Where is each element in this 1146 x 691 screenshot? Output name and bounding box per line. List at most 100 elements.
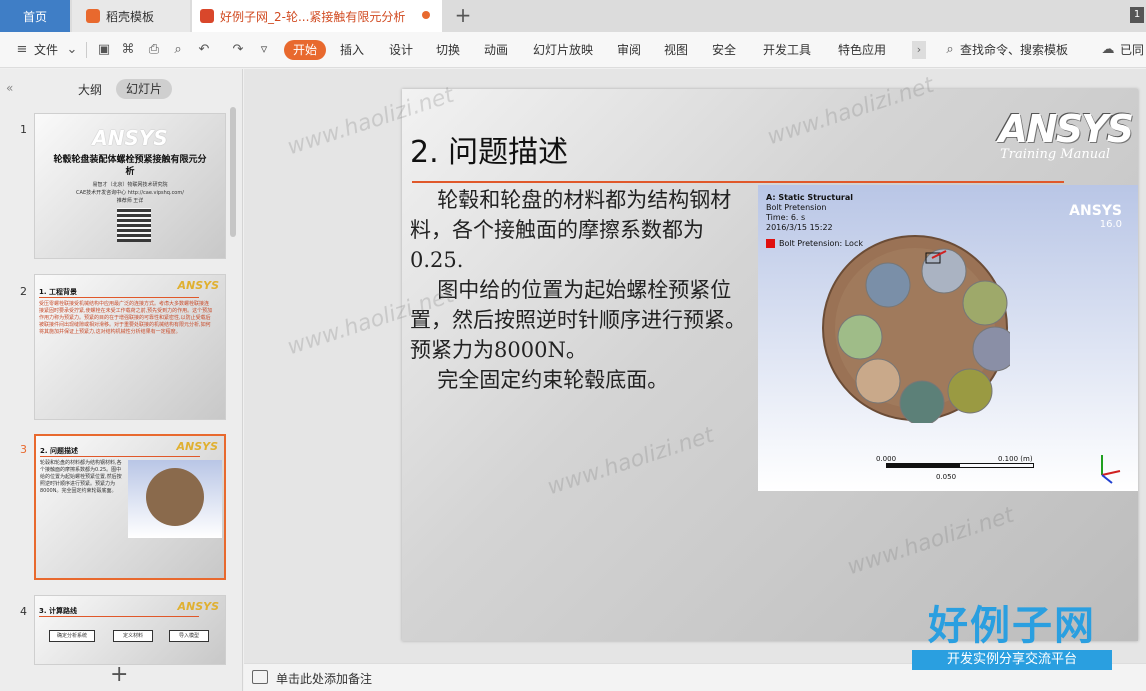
outline-view-tab[interactable]: 大纲 — [78, 81, 102, 98]
qr-code — [117, 208, 151, 242]
body-paragraph: 轮毂和轮盘的材料都为结构钢材料，各个接触面的摩擦系数都为0.25. — [410, 188, 732, 272]
tab-transition[interactable]: 切换 — [436, 41, 460, 59]
wheel-hub-model — [822, 235, 1010, 423]
tab-animation[interactable]: 动画 — [484, 41, 508, 59]
slide-number: 1 — [20, 123, 27, 136]
thumbnail-body: 轮毂和轮盘的材料都为结构钢材料,各个接触面的摩擦系数都为0.25。图中给的位置为… — [40, 460, 122, 494]
figure-brand: ANSYS — [1069, 203, 1122, 219]
title-underline — [39, 297, 199, 298]
print-preview-icon[interactable]: ⌕ — [170, 42, 186, 58]
chevron-down-icon[interactable]: ⌄ — [64, 42, 80, 58]
print-icon[interactable]: ⎙ — [146, 42, 162, 58]
app-window: 首页 稻壳模板 好例子网_2-轮...紧接触有限元分析 + 1 ≡ 文件 ⌄ ▣… — [0, 0, 1146, 691]
tab-document[interactable]: 好例子网_2-轮...紧接触有限元分析 — [192, 0, 442, 32]
slide-navigator: « 大纲 幻灯片 1 ANSYS 轮毂轮盘装配体螺栓预紧接触有限元分析 易智才（… — [0, 69, 243, 691]
title-underline — [40, 456, 200, 457]
more-tabs-button[interactable]: › — [912, 41, 926, 59]
presentation-icon — [200, 9, 214, 23]
docer-icon — [86, 9, 100, 23]
slide-thumbnail-3[interactable]: ANSYS 2. 问题描述 轮毂和轮盘的材料都为结构钢材料,各个接触面的摩擦系数… — [34, 434, 226, 580]
hub-model — [146, 468, 204, 526]
slides-view-tab[interactable]: 幻灯片 — [116, 79, 172, 99]
flow-step: 导入模型 — [169, 630, 209, 642]
panel-scrollbar[interactable] — [230, 107, 236, 237]
collapse-panel-icon[interactable]: « — [6, 81, 13, 95]
thumbnail-figure — [128, 460, 222, 538]
slide-thumbnail-1[interactable]: ANSYS 轮毂轮盘装配体螺栓预紧接触有限元分析 易智才（北京）物联网技术研究院… — [34, 113, 226, 259]
undo-icon[interactable]: ↶ — [196, 42, 212, 58]
site-watermark-brand: 好例子网 — [928, 603, 1096, 649]
file-menu[interactable]: 文件 — [34, 41, 58, 59]
training-manual-label: Training Manual — [1000, 147, 1110, 162]
figure-header: A: Static Structural Bolt Pretension Tim… — [766, 193, 853, 233]
notes-placeholder[interactable]: 单击此处添加备注 — [276, 670, 372, 687]
thumbnail-title: 轮毂轮盘装配体螺栓预紧接触有限元分析 — [53, 155, 207, 177]
tab-start[interactable]: 开始 — [284, 40, 326, 60]
window-count-badge[interactable]: 1 — [1130, 7, 1144, 23]
tab-templates[interactable]: 稻壳模板 — [72, 0, 190, 32]
thumbnail-title: 2. 问题描述 — [40, 447, 78, 455]
cloud-sync-icon[interactable]: ☁ — [1100, 42, 1116, 58]
scale-label-mid: 0.050 — [936, 473, 957, 481]
save-icon[interactable]: ▣ — [96, 42, 112, 58]
tab-insert[interactable]: 插入 — [340, 41, 364, 59]
ansys-logo: ANSYS — [92, 126, 168, 150]
format-painter-icon[interactable]: ⌘ — [120, 42, 136, 58]
scale-label-end: 0.100 (m) — [998, 455, 1033, 463]
body-paragraph: 完全固定约束轮毂底面。 — [437, 368, 669, 392]
flow-step: 确定分析系统 — [49, 630, 95, 642]
quick-access-dropdown-icon[interactable]: ▿ — [256, 42, 272, 58]
title-underline — [39, 616, 199, 617]
site-watermark-tagline: 开发实例分享交流平台 — [912, 650, 1112, 670]
ansys-logo: ANSYS — [998, 107, 1134, 151]
tab-developer[interactable]: 开发工具 — [763, 41, 811, 59]
search-icon[interactable]: ⌕ — [942, 42, 958, 58]
add-slide-button[interactable]: + — [110, 662, 128, 687]
slide-number: 2 — [20, 285, 27, 298]
scale-label-start: 0.000 — [876, 455, 897, 463]
tab-view[interactable]: 视图 — [664, 41, 688, 59]
tab-review[interactable]: 审阅 — [617, 41, 641, 59]
tab-home[interactable]: 首页 — [0, 0, 70, 32]
ansys-logo: ANSYS — [176, 440, 218, 453]
thumbnail-title: 1. 工程背景 — [39, 288, 77, 296]
tab-features[interactable]: 特色应用 — [838, 41, 886, 59]
figure-version: 16.0 — [1099, 219, 1122, 230]
axis-triad-icon — [1101, 455, 1121, 484]
slide-canvas[interactable]: 2. 问题描述 ANSYS Training Manual 轮毂和轮盘的材料都为… — [402, 89, 1138, 641]
ansys-logo-text: ANSYS — [998, 107, 1134, 151]
thumbnail-body: 受压零螺栓联接受机械结构中应用最广泛的连接方式。考虑大多数螺栓联接连接紧固时要承… — [39, 301, 213, 335]
flow-step: 定义材料 — [113, 630, 153, 642]
date-label: 2016/3/15 15:22 — [766, 223, 833, 232]
new-tab-button[interactable]: + — [452, 4, 474, 26]
thumbnail-line: 推荐师 王详 — [116, 198, 144, 204]
ribbon-toolbar: ≡ 文件 ⌄ ▣ ⌘ ⎙ ⌕ ↶ ↷ ▿ 开始 插入 设计 切换 动画 幻灯片放… — [0, 32, 1146, 68]
command-search[interactable]: 查找命令、搜索模板 — [960, 41, 1068, 59]
analysis-name: A: Static Structural — [766, 193, 853, 202]
tab-slideshow[interactable]: 幻灯片放映 — [533, 41, 593, 59]
slide-thumbnail-4[interactable]: ANSYS 3. 计算路线 确定分析系统 定义材料 导入模型 — [34, 595, 226, 665]
ansys-logo: ANSYS — [177, 279, 219, 292]
tab-security[interactable]: 安全 — [712, 41, 736, 59]
slide-number: 4 — [20, 605, 27, 618]
thumbnail-line: CAE技术开发咨询中心 http://cae.vipshq.com/ — [76, 190, 184, 196]
divider — [86, 42, 87, 58]
tab-design[interactable]: 设计 — [389, 41, 413, 59]
slide-thumbnail-2[interactable]: ANSYS 1. 工程背景 受压零螺栓联接受机械结构中应用最广泛的连接方式。考虑… — [34, 274, 226, 420]
site-watermark-logo: 好例子网 开发实例分享交流平台 — [912, 604, 1112, 670]
unsaved-dot-icon[interactable] — [422, 11, 430, 19]
thumbnail-title: 3. 计算路线 — [39, 607, 77, 615]
ansys-model-figure[interactable]: A: Static Structural Bolt Pretension Tim… — [758, 185, 1138, 491]
slide-title[interactable]: 2. 问题描述 — [410, 127, 568, 171]
thumbnail-line: 易智才（北京）物联网技术研究院 — [92, 182, 168, 188]
redo-icon[interactable]: ↷ — [230, 42, 246, 58]
slide-number: 3 — [20, 443, 27, 456]
ansys-logo: ANSYS — [177, 600, 219, 613]
body-paragraph: 图中给的位置为起始螺栓预紧位置，然后按照逆时针顺序进行预紧。预紧力为8000N。 — [410, 278, 746, 362]
sync-status[interactable]: 已同 — [1120, 41, 1144, 59]
slide-body-text[interactable]: 轮毂和轮盘的材料都为结构钢材料，各个接触面的摩擦系数都为0.25. 图中给的位置… — [410, 185, 754, 395]
legend-swatch — [766, 239, 775, 248]
menu-icon[interactable]: ≡ — [14, 42, 30, 58]
scale-bar — [886, 463, 1034, 468]
result-name: Bolt Pretension — [766, 203, 827, 212]
